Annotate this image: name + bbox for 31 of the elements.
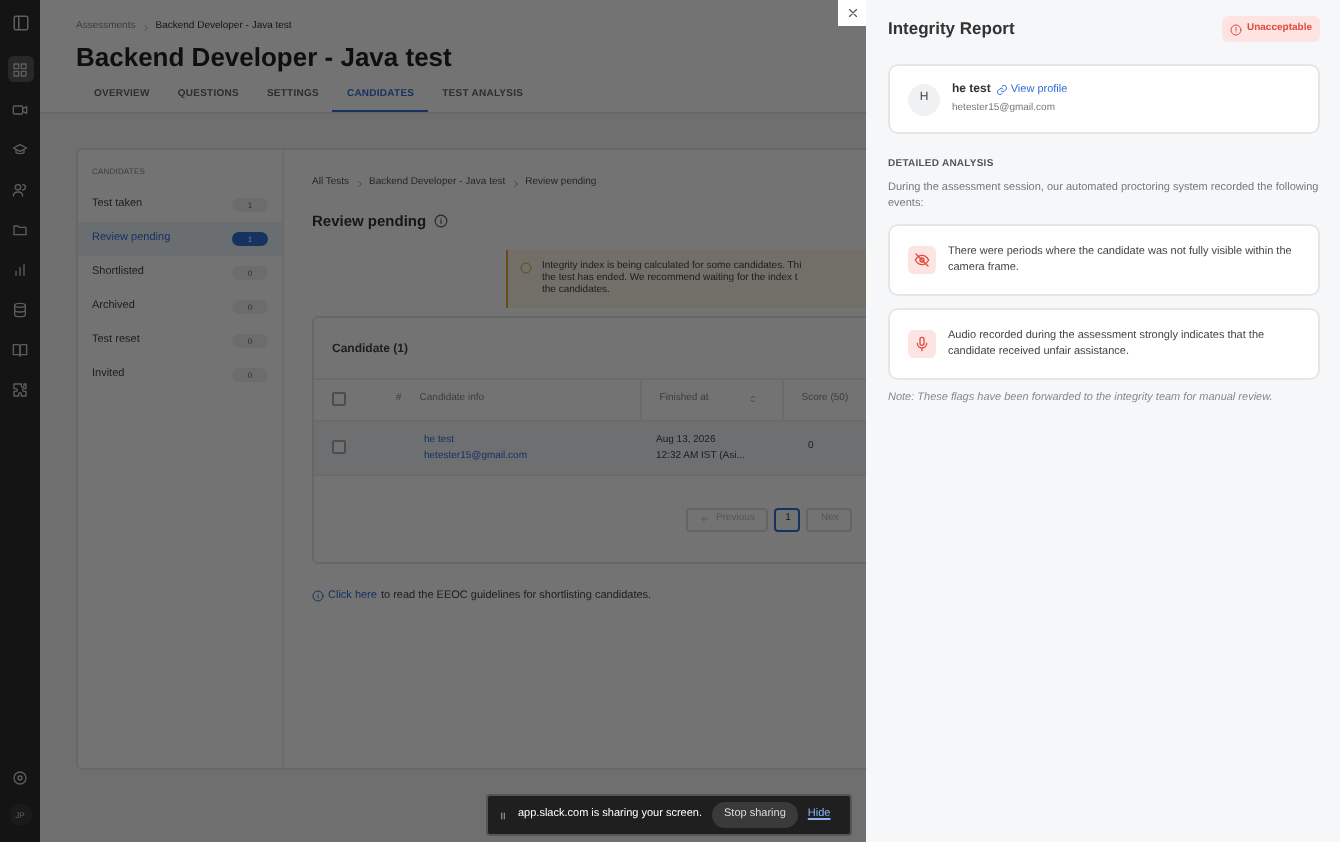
alert-circle-icon [1230,23,1243,35]
row-checkbox[interactable] [332,440,346,455]
page-title: Backend Developer - Java test [76,41,454,73]
drawer-title: Integrity Report [888,16,1015,42]
close-button[interactable] [838,0,866,26]
sort-icon [748,394,759,405]
database-icon [12,301,28,317]
settings-icon[interactable] [12,770,28,786]
folder-icon [12,221,28,237]
chevron-right-icon [355,179,364,188]
book-icon [12,341,28,357]
microphone-icon [914,335,930,351]
link-icon [996,84,1009,97]
info-icon [434,213,449,228]
bar-chart-icon [12,261,28,277]
sidebar-toggle-icon[interactable] [11,14,29,32]
close-icon [845,6,859,20]
video-icon [12,101,28,117]
select-all-checkbox[interactable] [332,392,346,407]
eye-off-icon [914,251,930,267]
alert-circle-icon [520,261,532,274]
pause-icon [498,809,508,821]
chevron-right-icon [511,179,520,188]
arrow-left-icon [700,514,710,525]
users-icon [12,181,28,197]
grid-icon [12,61,28,77]
chevron-right-icon [141,23,150,32]
info-icon [312,589,324,602]
graduation-cap-icon [12,141,28,157]
puzzle-icon [12,381,28,397]
sidebar-nav-button[interactable] [7,56,33,82]
